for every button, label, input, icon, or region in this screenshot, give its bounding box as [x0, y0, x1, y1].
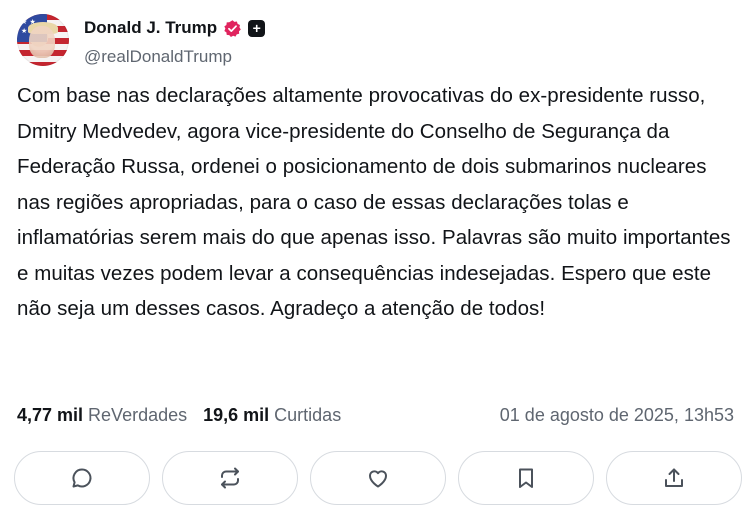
post-date: 01 de agosto de 2025, 13h53	[499, 405, 734, 425]
name-row: Donald J. Trump +	[84, 18, 266, 38]
bookmark-icon	[519, 468, 533, 488]
verified-badge-icon	[224, 19, 241, 37]
action-bar	[14, 451, 742, 505]
retruth-icon	[221, 467, 239, 489]
author-name[interactable]: Donald J. Trump	[84, 18, 217, 38]
author-handle[interactable]: @realDonaldTrump	[84, 47, 232, 67]
post-stats: 4,77 mil ReVerdades 19,6 mil Curtidas	[17, 405, 341, 426]
likes-label[interactable]: Curtidas	[274, 405, 341, 426]
share-icon	[665, 468, 683, 487]
retruths-count[interactable]: 4,77 mil	[17, 405, 83, 426]
avatar-face	[29, 26, 55, 58]
like-icon	[369, 470, 387, 488]
likes-count[interactable]: 19,6 mil	[203, 405, 269, 426]
post-text: Com base nas declarações altamente provo…	[17, 84, 731, 320]
retruths-label[interactable]: ReVerdades	[88, 405, 187, 426]
plus-badge-icon: +	[248, 19, 266, 37]
like-button[interactable]	[310, 451, 446, 505]
reply-button[interactable]	[14, 451, 150, 505]
reply-icon	[72, 468, 92, 488]
avatar[interactable]	[17, 14, 69, 66]
share-button[interactable]	[606, 451, 742, 505]
retruth-button[interactable]	[162, 451, 298, 505]
bookmark-button[interactable]	[458, 451, 594, 505]
post-header: Donald J. Trump + @realDonaldTrump	[17, 14, 717, 70]
